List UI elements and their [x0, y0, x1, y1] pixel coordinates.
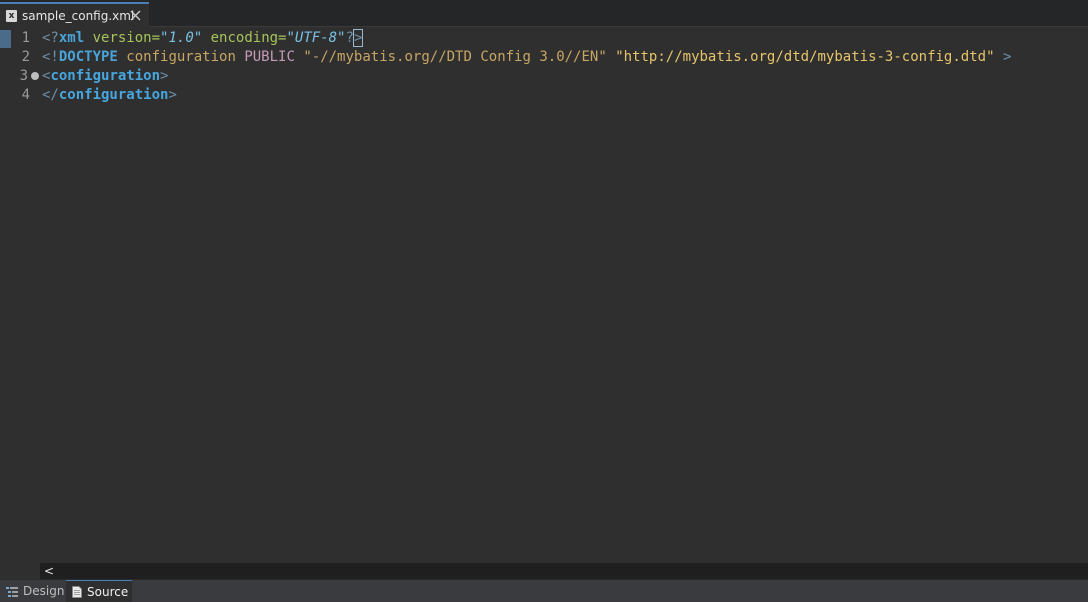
token: ? [345, 30, 354, 46]
line-number: 4 [21, 87, 30, 103]
token: xml [58, 30, 85, 46]
editor-tab-bar: x sample_config.xml [0, 0, 1088, 27]
token: configuration [50, 68, 161, 84]
tab-source[interactable]: Source [66, 580, 132, 602]
token: > [994, 49, 1012, 65]
token: configuration [58, 87, 169, 103]
editor-mode-tabs: Design Source [0, 579, 1088, 602]
token: DOCTYPE [58, 49, 118, 65]
token: "-//mybatis.org//DTD Config 3.0//EN" [294, 49, 607, 65]
line-number: 3 [19, 68, 28, 84]
fold-collapse-icon[interactable] [31, 72, 39, 80]
tab-design[interactable]: Design [0, 580, 65, 602]
line-number: 2 [21, 49, 30, 65]
token: <! [42, 49, 59, 65]
token: version [84, 30, 152, 46]
xml-editor-window: x sample_config.xml 1 2 3 4 <?xml versio… [0, 0, 1088, 602]
tab-source-label: Source [87, 584, 129, 599]
line-number: 1 [21, 30, 30, 46]
source-file-icon [72, 585, 82, 598]
horizontal-scrollbar[interactable]: < [40, 563, 1088, 579]
token: PUBLIC [235, 49, 295, 65]
token: "1.0" [160, 30, 203, 46]
token-cursor: > [352, 29, 364, 47]
code-line-3: <configuration> [42, 67, 168, 86]
code-line-1: <?xml version="1.0" encoding="UTF-8"?> [42, 29, 364, 48]
token: </ [42, 87, 59, 103]
code-line-4: </configuration> [42, 86, 177, 105]
tab-filename: sample_config.xml [22, 8, 135, 23]
scroll-left-icon[interactable]: < [44, 565, 54, 577]
code-line-2: <!DOCTYPE configuration PUBLIC "-//mybat… [42, 48, 1011, 67]
source-editor[interactable]: 1 2 3 4 <?xml version="1.0" encoding="UT… [0, 28, 1088, 563]
xml-file-icon: x [6, 9, 17, 22]
token: <? [42, 30, 59, 46]
token: configuration [117, 49, 236, 65]
design-view-icon [6, 586, 18, 597]
token: > [160, 68, 169, 84]
tab-design-label: Design [23, 584, 65, 598]
token: "UTF-8" [286, 30, 346, 46]
token: = [151, 30, 161, 46]
line-number-gutter: 1 2 3 4 [0, 28, 40, 563]
close-icon[interactable] [130, 10, 141, 21]
tab-sample-config[interactable]: x sample_config.xml [0, 2, 149, 27]
token: "http://mybatis.org/dtd/mybatis-3-config… [606, 49, 995, 65]
token: > [168, 87, 177, 103]
token: encoding [202, 30, 279, 46]
